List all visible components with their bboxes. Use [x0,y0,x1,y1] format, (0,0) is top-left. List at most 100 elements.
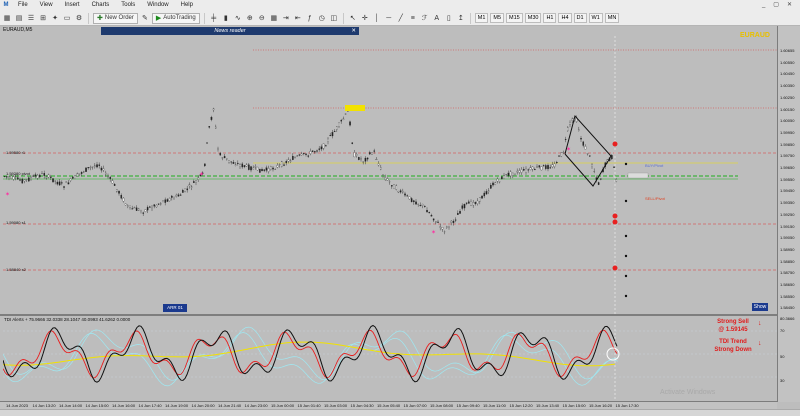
candle-body [89,167,92,169]
candle-body [272,167,274,170]
candle-body [452,220,455,223]
news-close-icon[interactable]: ✕ [351,27,356,35]
menu-file[interactable]: File [12,0,34,11]
tf-w1[interactable]: W1 [588,13,603,23]
close-icon[interactable]: ✕ [787,0,792,11]
candle-body [520,169,523,173]
candle-body [155,205,158,208]
templates-icon[interactable]: ◫ [329,13,339,24]
level-dot [624,294,628,298]
time-tick: 15 Jun 03:00 [324,403,348,408]
level-dot [624,199,628,203]
tf-h4[interactable]: H4 [558,13,572,23]
price-tick: 1.60250 [780,94,795,100]
price-tick: 1.59650 [780,165,795,170]
time-tick: 14 Jun 19:00 [165,403,189,408]
terminal-icon[interactable]: ▭ [62,13,72,24]
candle-body [490,185,492,189]
maximize-icon[interactable]: ▢ [773,0,779,11]
candle-body [366,157,369,160]
tester-icon[interactable]: ⚙ [74,13,84,24]
candle-body [569,122,571,125]
candle-body [518,170,521,173]
menu-tools[interactable]: Tools [115,0,141,11]
candle-body [331,132,334,137]
menu-view[interactable]: View [34,0,59,11]
menu-help[interactable]: Help [175,0,199,11]
candles-icon[interactable]: ▮ [221,13,231,24]
show-button[interactable]: Show [752,303,768,311]
navigator-icon[interactable]: ✦ [50,13,60,24]
time-tick: 14 Jun 14:00 [59,403,83,408]
time-axis[interactable]: 14 Jun 2023 14 Jun 13:20 14 Jun 14:00 14 Ju… [0,401,777,409]
tf-mn[interactable]: MN [604,13,620,23]
tile-icon[interactable]: ▦ [269,13,279,24]
candle-body [342,118,345,120]
candles [3,107,618,235]
pane-divider[interactable] [0,314,777,316]
candle-body [597,182,600,185]
candle-body [443,231,446,233]
candle-body [584,146,587,150]
line-chart-icon[interactable]: ∿ [233,13,243,24]
candle-body [292,156,294,160]
candle-body [481,195,483,199]
candle-body [300,153,303,156]
tf-m30[interactable]: M30 [524,13,542,23]
time-tick: 15 Jun 08:00 [430,403,454,408]
fibonacci-icon[interactable]: ℱ [420,13,430,24]
candle-body [362,161,365,163]
candle-body [276,165,279,168]
candle-body [188,184,191,186]
autotrading-button[interactable]: ▶ AutoTrading [151,12,200,24]
menu-insert[interactable]: Insert [59,0,86,11]
price-tick: 1.60550 [780,59,795,65]
new-chart-icon[interactable]: ▦ [2,13,12,24]
market-watch-icon[interactable]: ☰ [26,13,36,24]
new-order-button[interactable]: ✚ New Order [93,12,138,24]
trendline-icon[interactable]: ╱ [396,13,406,24]
candle-body [408,196,411,200]
candle-body [160,203,162,205]
tf-m5[interactable]: M5 [490,13,505,23]
tf-m1[interactable]: M1 [474,13,489,23]
buy-pivot-label: BUY/Pivot [645,163,664,168]
chart-shift-icon[interactable]: ⇤ [293,13,303,24]
price-chart[interactable]: ✶ ✶ ✶ ✶ [3,36,777,314]
autoscroll-icon[interactable]: ⇥ [281,13,291,24]
vertical-line-icon[interactable]: │ [372,13,382,24]
menu-charts[interactable]: Charts [86,0,116,11]
tf-h1[interactable]: H1 [543,13,557,23]
trend-arrow-icon: ↓ [758,340,762,347]
level-dot [624,274,628,278]
candle-body [19,179,21,181]
candle-body [428,212,431,214]
menu-window[interactable]: Window [141,0,174,11]
label-icon[interactable]: ▯ [444,13,454,24]
horizontal-line-icon[interactable]: ─ [384,13,394,24]
periods-icon[interactable]: ◷ [317,13,327,24]
data-window-icon[interactable]: ⊞ [38,13,48,24]
crosshair-icon[interactable]: ✛ [360,13,370,24]
cursor-icon[interactable]: ↖ [348,13,358,24]
price-axis[interactable]: 1.60655 1.60550 1.60450 1.60350 1.60250 1.601… [777,26,800,402]
tf-m15[interactable]: M15 [506,13,523,23]
news-reader-bar[interactable]: News reader ✕ [101,27,359,35]
channel-icon[interactable]: ≡ [408,13,418,24]
zoom-in-icon[interactable]: ⊕ [245,13,255,24]
candle-body [248,164,250,170]
indicators-icon[interactable]: ƒ [305,13,315,24]
bar-chart-icon[interactable]: ╪ [209,13,219,24]
meta-editor-icon[interactable]: ✎ [140,13,150,24]
candle-body [162,200,164,202]
minimize-icon[interactable]: _ [762,0,765,11]
profiles-icon[interactable]: ▤ [14,13,24,24]
tf-d1[interactable]: D1 [573,13,587,23]
candle-body [296,155,299,157]
arrow-shapes-icon[interactable]: ↥ [456,13,466,24]
time-tick: 15 Jun 13:40 [536,403,560,408]
window-controls: _ ▢ ✕ [762,0,800,11]
candle-body [320,146,323,150]
zoom-out-icon[interactable]: ⊖ [257,13,267,24]
text-icon[interactable]: A [432,13,442,24]
